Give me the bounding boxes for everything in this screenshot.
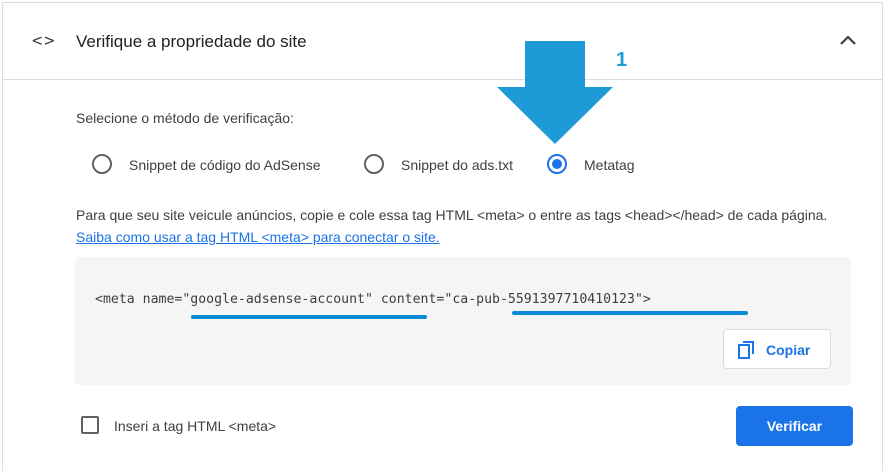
verification-method-label: Selecione o método de verificação: [76,110,294,126]
verify-button[interactable]: Verificar [736,406,853,446]
copy-icon [738,341,754,359]
radio-adsense-snippet[interactable] [92,154,112,174]
meta-inserted-checkbox[interactable] [81,416,99,434]
radio-label-metatag[interactable]: Metatag [584,156,635,174]
meta-tag-code-box: <meta name="google-adsense-account" cont… [75,257,851,385]
annotation-arrow-down-icon [497,41,613,144]
code-brackets-icon: <> [32,31,57,51]
copy-button[interactable]: Copiar [723,329,831,369]
meta-tag-code[interactable]: <meta name="google-adsense-account" cont… [95,292,651,307]
verify-site-card: <> Verifique a propriedade do site Selec… [2,2,883,471]
radio-label-adsense-snippet[interactable]: Snippet de código do AdSense [129,156,321,174]
annotation-underline-name [191,315,427,319]
card-title: Verifique a propriedade do site [76,32,307,51]
help-link[interactable]: Saiba como usar a tag HTML <meta> para c… [76,229,440,245]
code-part-2: content= [372,292,445,307]
chevron-up-icon[interactable] [836,29,860,53]
code-part-1: <meta name= [95,292,183,307]
meta-inserted-checkbox-label[interactable]: Inseri a tag HTML <meta> [114,417,276,435]
instructions-body: Para que seu site veicule anúncios, copi… [76,207,828,223]
annotation-underline-content [512,311,748,315]
instructions-text: Para que seu site veicule anúncios, copi… [76,204,846,248]
card-header[interactable]: <> Verifique a propriedade do site [3,3,882,80]
radio-metatag[interactable] [547,154,567,174]
annotation-step-number: 1 [616,49,628,71]
copy-button-label: Copiar [766,342,811,358]
radio-label-ads-txt[interactable]: Snippet do ads.txt [401,156,513,174]
code-content-value: "ca-pub-5591397710410123" [444,292,643,307]
code-name-value: "google-adsense-account" [182,292,373,307]
radio-ads-txt[interactable] [364,154,384,174]
code-part-3: > [642,292,651,307]
